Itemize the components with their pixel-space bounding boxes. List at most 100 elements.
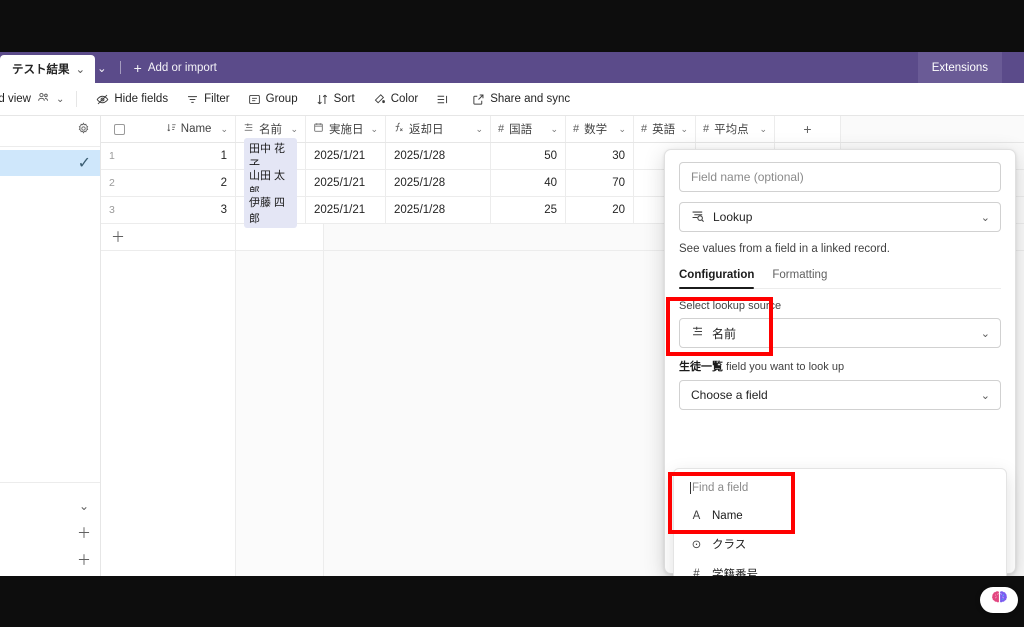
table-switcher-button[interactable]: ⌄ xyxy=(88,52,116,83)
cell-date[interactable]: 2025/1/21 xyxy=(306,197,386,223)
color-button[interactable]: Color xyxy=(364,89,427,110)
chevron-down-icon[interactable]: ⌄ xyxy=(981,211,990,224)
cell-name: 1 xyxy=(220,150,227,162)
check-icon: ✓ xyxy=(77,155,91,172)
grid-empty-col-1 xyxy=(101,251,236,576)
divider xyxy=(119,61,121,74)
dropdown-option-class[interactable]: ⊙ クラス xyxy=(674,529,1006,559)
tab-configuration[interactable]: Configuration xyxy=(679,269,755,289)
column-header-heikinten[interactable]: # 平均点 ⌄ xyxy=(696,116,775,142)
chevron-down-icon[interactable]: ⌄ xyxy=(76,62,86,76)
filter-label: Filter xyxy=(204,93,230,105)
cell-return-date[interactable]: 2025/1/28 xyxy=(386,197,491,223)
chevron-down-icon[interactable]: ⌄ xyxy=(680,124,688,135)
column-header-sugaku[interactable]: # 数学 ⌄ xyxy=(566,116,634,142)
current-view-label: rid view xyxy=(0,93,31,105)
add-item-icon[interactable]: ＋ xyxy=(77,519,91,546)
chevron-down-icon[interactable]: ⌄ xyxy=(550,124,558,135)
group-button[interactable]: Group xyxy=(239,89,307,110)
row-index-cell[interactable]: 3 3 xyxy=(101,197,236,223)
hide-fields-label: Hide fields xyxy=(114,93,169,105)
extensions-button[interactable]: Extensions xyxy=(917,52,1002,83)
share-and-sync-button[interactable]: Share and sync xyxy=(463,89,579,110)
screenshot-stage: テスト結果 ⌄ ⌄ + Add or import Extensions d v… xyxy=(0,0,1024,627)
filter-button[interactable]: Filter xyxy=(177,89,239,110)
dropdown-option-student-number[interactable]: # 学籍番号 xyxy=(674,559,1006,576)
extensions-label: Extensions xyxy=(931,61,988,74)
cell-name: 2 xyxy=(220,177,227,189)
column-header-label: 名前 xyxy=(259,124,282,136)
cell-kokugo[interactable]: 40 xyxy=(491,170,566,196)
column-header-name[interactable]: Name ⌄ xyxy=(101,116,236,142)
column-header-label: 平均点 xyxy=(714,124,749,136)
choose-field-select[interactable]: Choose a field ⌄ xyxy=(679,380,1001,410)
sort-button[interactable]: Sort xyxy=(307,89,364,110)
cell-date[interactable]: 2025/1/21 xyxy=(306,143,386,169)
chevron-down-icon[interactable]: ⌄ xyxy=(981,327,990,340)
chevron-down-icon[interactable]: ⌄ xyxy=(759,124,767,135)
cell-sugaku[interactable]: 70 xyxy=(566,170,634,196)
chevron-down-icon[interactable]: ⌄ xyxy=(290,124,298,135)
app-bar-right-strip xyxy=(1002,52,1024,83)
chevron-down-icon[interactable]: ⌄ xyxy=(220,124,228,135)
lookup-source-select[interactable]: 名前 ⌄ xyxy=(679,318,1001,348)
sidebar-item-selected[interactable]: ✓ xyxy=(0,150,100,176)
field-type-description: See values from a field in a linked reco… xyxy=(679,243,890,255)
cell-return-date[interactable]: 2025/1/28 xyxy=(386,170,491,196)
row-index-cell[interactable]: 2 2 xyxy=(101,170,236,196)
people-icon xyxy=(37,91,50,107)
chevron-down-icon[interactable]: ⌄ xyxy=(981,389,990,402)
column-header-eigo[interactable]: # 英語 ⌄ xyxy=(634,116,696,142)
linked-record-chip: 伊藤 四郎 xyxy=(244,192,297,228)
cell-kokugo[interactable]: 25 xyxy=(491,197,566,223)
add-column-button[interactable]: + xyxy=(775,116,841,142)
table-tab-active[interactable]: テスト結果 ⌄ xyxy=(0,55,96,83)
dropdown-option-label: Name xyxy=(712,510,743,522)
current-view-button[interactable]: rid view ⌄ xyxy=(0,91,64,107)
column-header-kokugo[interactable]: # 国語 ⌄ xyxy=(491,116,566,142)
sidebar-rail: ✓ ⌄ ＋ ＋ ＋ ＋ ＋ ＋ xyxy=(0,116,101,576)
brain-icon xyxy=(991,590,1008,610)
chevron-down-icon[interactable]: ⌄ xyxy=(56,94,64,105)
column-header-label: 英語 xyxy=(652,124,676,136)
chevron-down-icon[interactable]: ⌄ xyxy=(370,124,378,135)
sort-number-icon xyxy=(166,122,177,136)
chevron-down-icon: ⌄ xyxy=(97,62,107,75)
chevron-down-icon[interactable]: ⌄ xyxy=(77,492,91,519)
add-item-icon[interactable]: ＋ xyxy=(77,573,91,576)
add-or-import-button[interactable]: + Add or import xyxy=(125,52,226,83)
row-height-icon xyxy=(436,93,449,106)
chevron-down-icon[interactable]: ⌄ xyxy=(475,124,483,135)
ai-assistant-button[interactable] xyxy=(980,587,1018,613)
field-name-input[interactable]: Field name (optional) xyxy=(679,162,1001,192)
choose-field-value: Choose a field xyxy=(691,388,768,402)
add-or-import-label: Add or import xyxy=(147,61,217,74)
column-header-label: 実施日 xyxy=(329,124,364,136)
tab-formatting[interactable]: Formatting xyxy=(772,269,827,288)
gear-icon[interactable] xyxy=(77,122,90,140)
column-header-jisshibi[interactable]: 実施日 ⌄ xyxy=(306,116,386,142)
lookup-field-label: 生徒一覧 field you want to look up xyxy=(679,358,1001,374)
find-a-field-input[interactable]: Find a field xyxy=(674,477,1006,503)
cell-linked-record[interactable]: 伊藤 四郎 xyxy=(236,192,306,228)
add-row-icon[interactable]: ＋ xyxy=(101,224,236,250)
row-index-cell[interactable]: 1 1 xyxy=(101,143,236,169)
add-item-icon[interactable]: ＋ xyxy=(77,546,91,573)
column-header-henkyakubi[interactable]: 返却日 ⌄ xyxy=(386,116,491,142)
row-number: 2 xyxy=(109,177,115,189)
single-select-icon: ⊙ xyxy=(691,539,702,551)
header-filler xyxy=(841,116,1024,142)
row-height-button[interactable] xyxy=(427,89,463,110)
cell-sugaku[interactable]: 30 xyxy=(566,143,634,169)
share-and-sync-label: Share and sync xyxy=(490,93,571,105)
dropdown-option-name[interactable]: A Name xyxy=(674,503,1006,529)
field-type-select[interactable]: Lookup ⌄ xyxy=(679,202,1001,232)
cell-kokugo[interactable]: 50 xyxy=(491,143,566,169)
cell-return-date[interactable]: 2025/1/28 xyxy=(386,143,491,169)
cell-date[interactable]: 2025/1/21 xyxy=(306,170,386,196)
hide-fields-button[interactable]: Hide fields xyxy=(87,89,177,110)
cell-sugaku[interactable]: 20 xyxy=(566,197,634,223)
chevron-down-icon[interactable]: ⌄ xyxy=(618,124,626,135)
grid-header-row: Name ⌄ 名前 ⌄ 実施日 ⌄ 返却日 ⌄ # 国語 ⌄ # 数学 ⌄ # … xyxy=(101,116,1024,143)
select-all-checkbox[interactable] xyxy=(114,123,125,135)
